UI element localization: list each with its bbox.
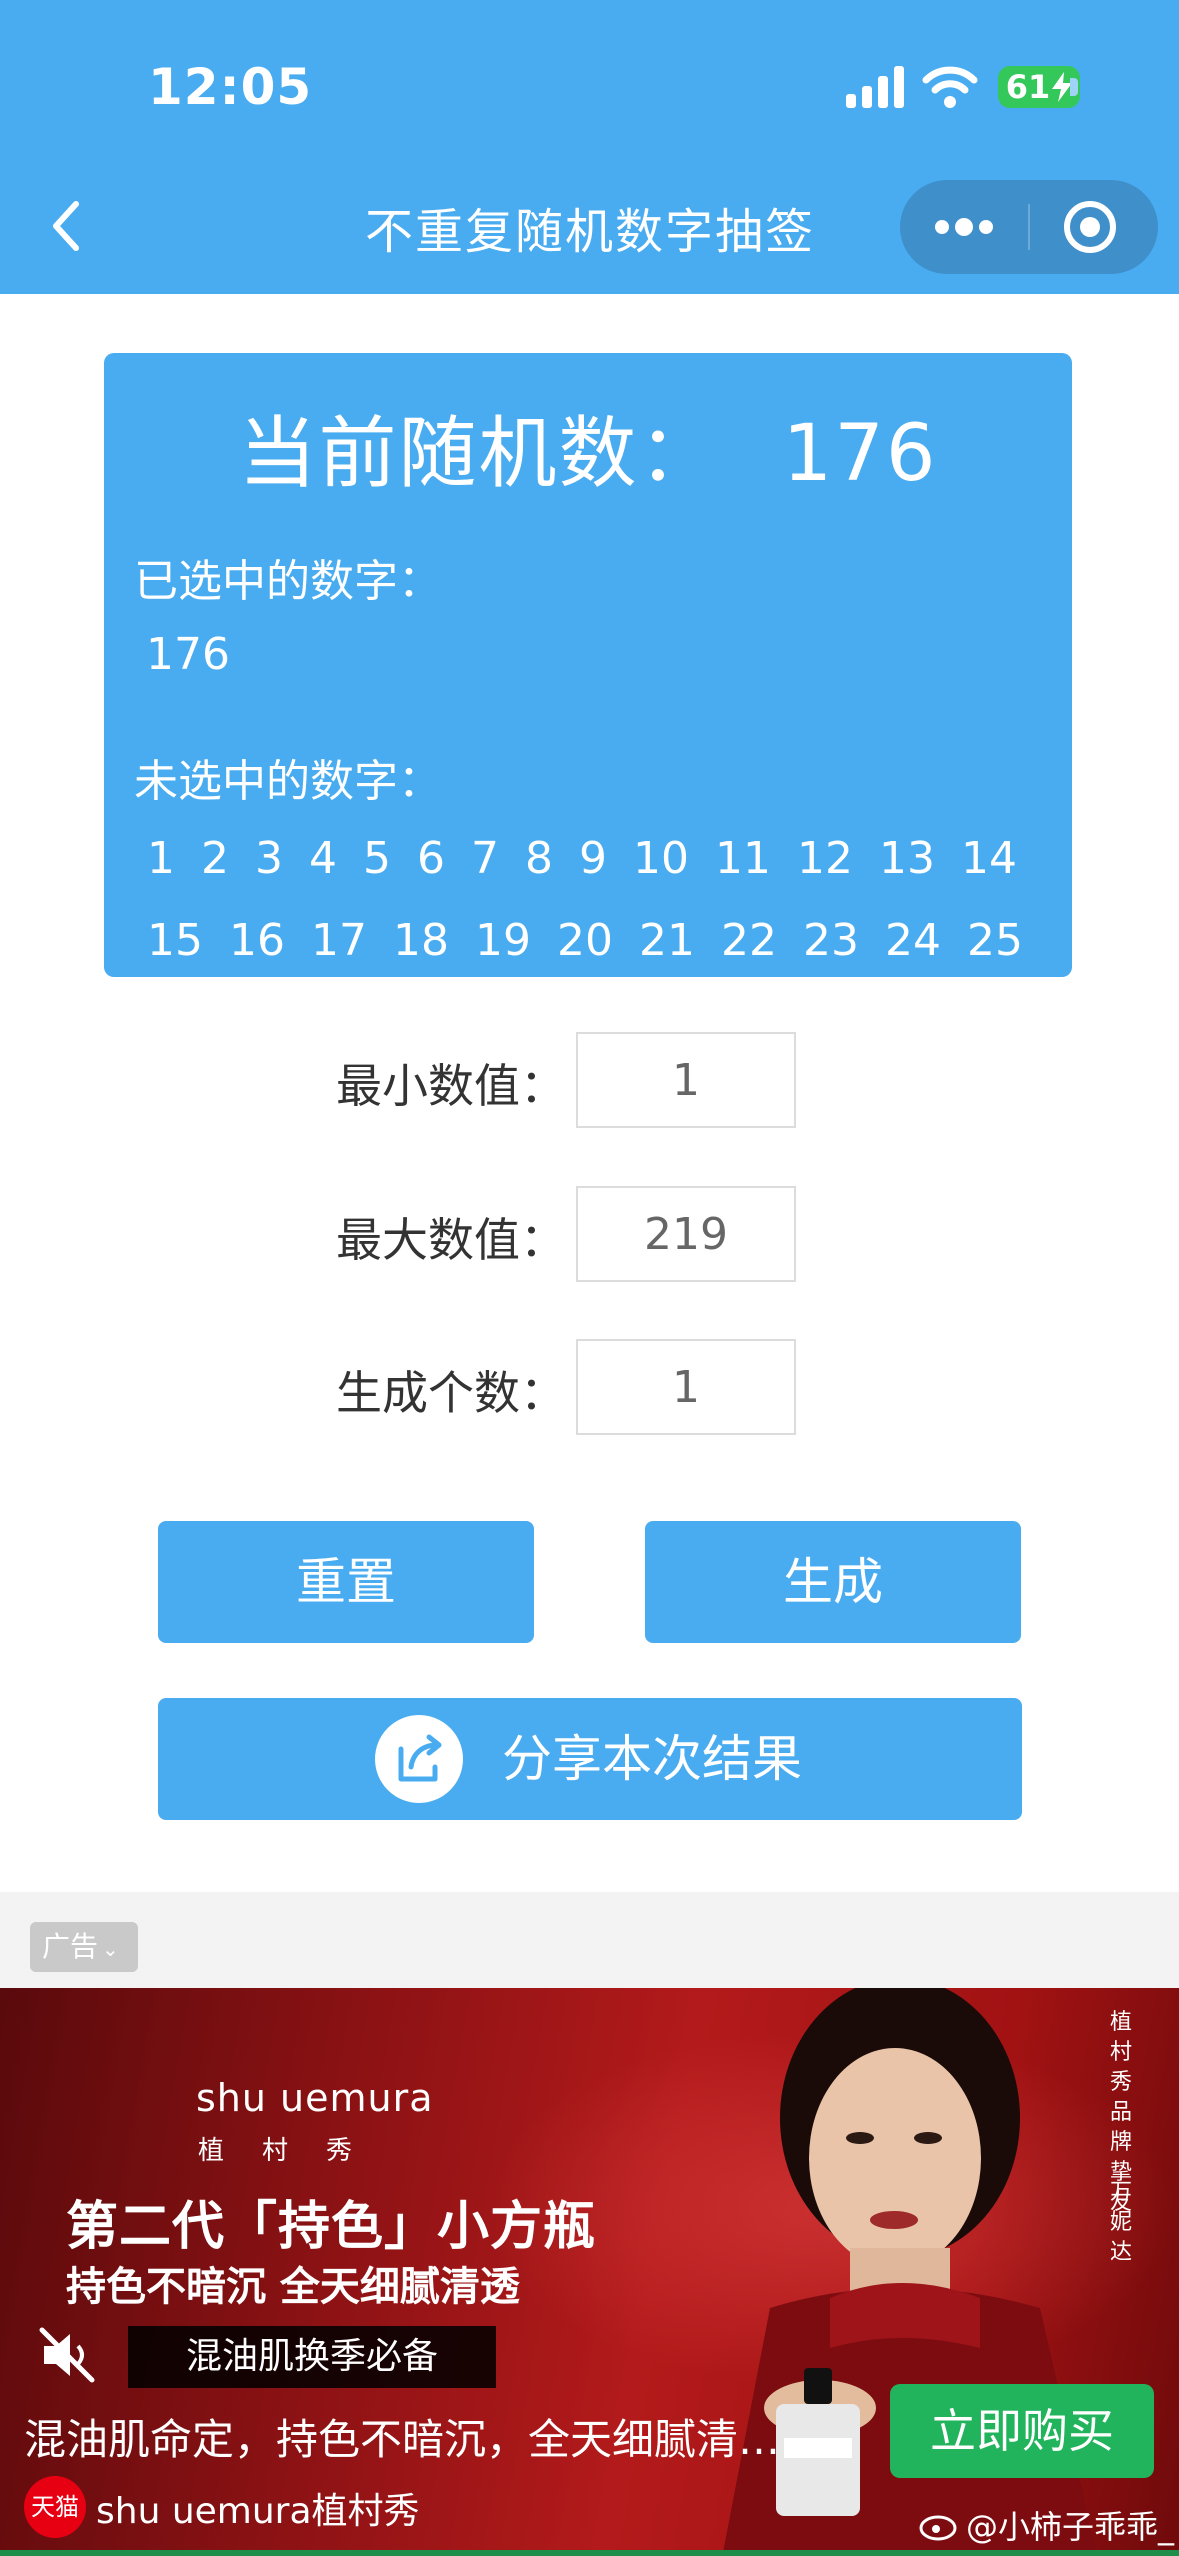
ad-advertiser-name: shu uemura植村秀 <box>96 2491 420 2532</box>
unselected-number-list[interactable]: 1 2 3 4 5 6 7 8 9 10 11 12 13 14 15 16 17 18 19 20 21 22 23 24 2… <box>134 829 1054 977</box>
ad-header-strip <box>0 1892 1179 1988</box>
unselected-number: 6 <box>417 833 445 884</box>
unselected-number: 9 <box>579 833 607 884</box>
unselected-number: 13 <box>879 833 935 884</box>
ad-subline: 持色不暗沉 全天细腻清透 <box>66 2264 520 2310</box>
count-input[interactable] <box>576 1339 796 1435</box>
ad-description: 混油肌命定，持色不暗沉，全天细腻清… <box>24 2415 781 2464</box>
selected-values: 176 <box>146 629 230 680</box>
unselected-number: 22 <box>721 915 777 966</box>
nav-header: 12:05 61 不重复随机数字抽签 <box>0 0 1179 294</box>
ad-tag[interactable]: 广告 ⌄ <box>30 1922 138 1972</box>
ad-highlight-banner: 混油肌换季必备 <box>128 2326 496 2388</box>
unselected-number: 15 <box>147 915 203 966</box>
unselected-number: 23 <box>803 915 859 966</box>
share-result-button[interactable]: 分享本次结果 <box>158 1698 1022 1820</box>
unselected-number: 4 <box>309 833 337 884</box>
advertisement-banner[interactable]: shu uemura 植村秀 第二代「持色」小方瓶 持色不暗沉 全天细腻清透 植… <box>0 1988 1179 2556</box>
unselected-number: 8 <box>525 833 553 884</box>
wifi-icon <box>922 66 978 108</box>
current-number-value: 176 <box>782 409 938 499</box>
share-button-label: 分享本次结果 <box>502 1730 802 1788</box>
unselected-number: 10 <box>633 833 689 884</box>
max-value-row: 最大数值： <box>0 1186 1179 1282</box>
unselected-number: 11 <box>715 833 771 884</box>
unselected-number: 5 <box>363 833 391 884</box>
count-row: 生成个数： <box>0 1339 1179 1435</box>
selected-label: 已选中的数字： <box>134 556 442 607</box>
current-number-label: 当前随机数： <box>238 409 719 499</box>
mute-speaker-icon[interactable] <box>36 2324 98 2386</box>
unselected-number: 17 <box>311 915 367 966</box>
status-time: 12:05 <box>148 58 313 116</box>
ad-tag-label: 广告 <box>42 1930 99 1963</box>
unselected-number: 12 <box>797 833 853 884</box>
unselected-number: 14 <box>961 833 1017 884</box>
min-value-input[interactable] <box>576 1032 796 1128</box>
result-card: 当前随机数： 176 已选中的数字： 176 未选中的数字： 1234567891… <box>104 353 1072 977</box>
bottom-edge-bar <box>0 2550 1179 2556</box>
page-title: 不重复随机数字抽签 <box>364 204 815 260</box>
watermark-text: @小柿子乖乖_ <box>966 2508 1175 2546</box>
current-number-heading: 当前随机数： 176 <box>104 391 1072 503</box>
unselected-number: 2 <box>201 833 229 884</box>
unselected-number: 1 <box>147 833 175 884</box>
mini-program-capsule <box>900 180 1158 274</box>
generate-button[interactable]: 生成 <box>645 1521 1021 1643</box>
back-chevron-icon[interactable] <box>40 190 96 262</box>
ad-brand-cn: 植村秀 <box>198 2136 391 2166</box>
weibo-watermark: @小柿子乖乖_ <box>920 2502 1174 2548</box>
share-icon <box>372 1712 466 1806</box>
min-value-row: 最小数值： <box>0 1032 1179 1128</box>
unselected-number: 3 <box>255 833 283 884</box>
unselected-number: 20 <box>557 915 613 966</box>
max-value-input[interactable] <box>576 1186 796 1282</box>
unselected-number: 7 <box>471 833 499 884</box>
unselected-number: 25 <box>967 915 1023 966</box>
min-value-label: 最小数值： <box>336 1059 566 1113</box>
ad-headline: 第二代「持色」小方瓶 <box>66 2197 597 2257</box>
unselected-number: 16 <box>229 915 285 966</box>
battery-cap <box>1070 78 1078 96</box>
battery-indicator: 61 <box>998 66 1080 108</box>
max-value-label: 最大数值： <box>336 1213 566 1267</box>
close-target-icon[interactable] <box>1030 180 1158 274</box>
unselected-number: 24 <box>885 915 941 966</box>
unselected-number: 18 <box>393 915 449 966</box>
ad-vertical-name: 万妮达 <box>1109 2180 1132 2265</box>
reset-button[interactable]: 重置 <box>158 1521 534 1643</box>
count-label: 生成个数： <box>336 1366 566 1420</box>
unselected-number: 21 <box>639 915 695 966</box>
unselected-label: 未选中的数字： <box>134 756 442 807</box>
ad-tag-chevron-icon: ⌄ <box>102 1937 119 1961</box>
cellular-signal-icon <box>846 66 906 108</box>
ad-brand-logo: shu uemura <box>196 2076 434 2120</box>
more-dots-icon[interactable] <box>900 180 1028 274</box>
tmall-logo: 天猫 <box>24 2476 86 2538</box>
buy-now-button[interactable]: 立即购买 <box>890 2384 1154 2478</box>
unselected-number: 19 <box>475 915 531 966</box>
